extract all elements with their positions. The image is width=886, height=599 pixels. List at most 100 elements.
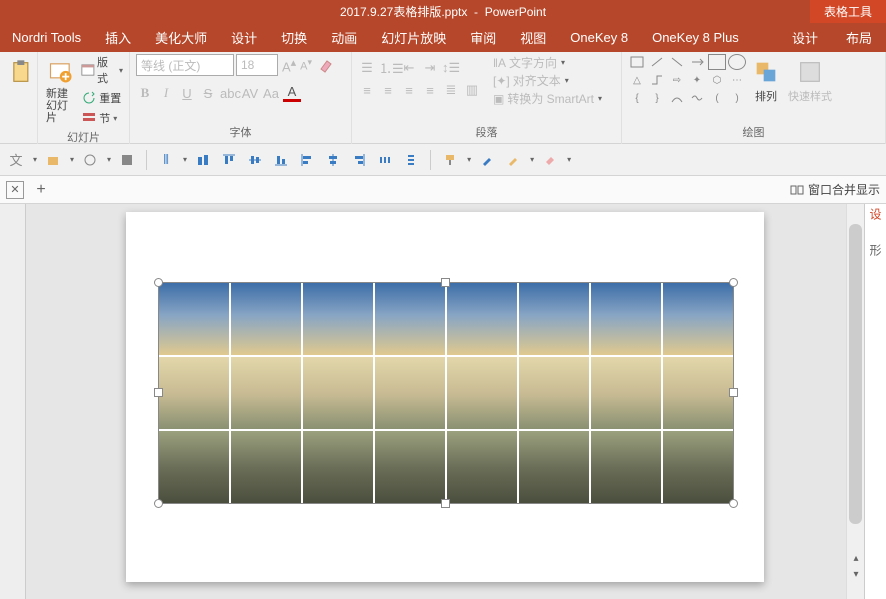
quick-style-button[interactable]: 快速样式 <box>786 54 834 108</box>
qat-circle-icon[interactable] <box>80 150 100 170</box>
qat-dist-v-icon[interactable] <box>401 150 421 170</box>
underline-button[interactable]: U <box>178 86 196 101</box>
resize-handle[interactable] <box>729 499 738 508</box>
qat-eraser-icon[interactable] <box>540 150 560 170</box>
shape-brace-icon[interactable]: { <box>628 90 646 106</box>
shape-brace2-icon[interactable]: } <box>648 90 666 106</box>
merge-windows-button[interactable]: 窗口合并显示 <box>790 181 880 198</box>
resize-handle[interactable] <box>154 388 163 397</box>
section-button[interactable]: 节▾ <box>81 110 123 126</box>
align-center-icon[interactable]: ≡ <box>379 83 397 98</box>
table-cell[interactable] <box>159 431 229 503</box>
font-color-button[interactable]: A <box>283 84 301 102</box>
table-cell[interactable] <box>303 357 373 429</box>
table-cell[interactable] <box>519 431 589 503</box>
shapes-gallery[interactable]: △ ⇨ ✦ ⬡ ⋯ { } ( ) <box>628 54 746 106</box>
paste-button[interactable] <box>6 54 38 92</box>
distribute-icon[interactable]: ≣ <box>442 82 460 98</box>
table-cell[interactable] <box>591 357 661 429</box>
qat-open-icon[interactable] <box>43 150 63 170</box>
tab-slideshow[interactable]: 幻灯片放映 <box>369 28 458 47</box>
qat-file-icon[interactable]: 文 <box>6 150 26 170</box>
shape-rect-icon[interactable] <box>708 54 726 70</box>
table-cell[interactable] <box>159 283 229 355</box>
table-cell[interactable] <box>591 283 661 355</box>
tab-transition[interactable]: 切换 <box>269 28 319 47</box>
table-cell[interactable] <box>519 283 589 355</box>
shape-paren2-icon[interactable]: ) <box>728 90 746 106</box>
indent-increase-icon[interactable]: ⇥ <box>421 60 439 76</box>
align-right-icon[interactable]: ≡ <box>400 83 418 98</box>
qat-align-bot-icon[interactable] <box>271 150 291 170</box>
table-cell[interactable] <box>519 357 589 429</box>
table-cell[interactable] <box>231 431 301 503</box>
qat-align-left-icon[interactable] <box>297 150 317 170</box>
qat-align-mid-icon[interactable] <box>245 150 265 170</box>
shape-oval-icon[interactable] <box>728 54 746 70</box>
clear-format-icon[interactable] <box>318 57 334 73</box>
table-selection[interactable] <box>158 282 734 504</box>
table-cell[interactable] <box>447 283 517 355</box>
format-pane[interactable]: 设 形 <box>864 204 886 599</box>
grow-font-icon[interactable]: A▴ <box>282 56 296 74</box>
table-cell[interactable] <box>231 357 301 429</box>
add-panel-button[interactable]: + <box>32 181 50 199</box>
table-cell[interactable] <box>591 431 661 503</box>
shape-star-icon[interactable]: ✦ <box>688 72 706 88</box>
table-cell[interactable] <box>375 431 445 503</box>
font-name-combo[interactable] <box>136 54 234 76</box>
resize-handle[interactable] <box>441 499 450 508</box>
tab-nordri[interactable]: Nordri Tools <box>0 30 93 45</box>
qat-highlighter-icon[interactable] <box>503 150 523 170</box>
qat-align-top-icon[interactable] <box>219 150 239 170</box>
qat-pen-icon[interactable] <box>477 150 497 170</box>
resize-handle[interactable] <box>154 278 163 287</box>
prev-slide-icon[interactable]: ▴ <box>849 553 863 567</box>
tab-table-design[interactable]: 设计 <box>778 28 832 47</box>
shape-connector-icon[interactable] <box>648 72 666 88</box>
tab-insert[interactable]: 插入 <box>93 28 143 47</box>
shape-textbox-icon[interactable] <box>628 54 646 70</box>
shape-curve-icon[interactable] <box>668 90 686 106</box>
new-slide-button[interactable]: 新建 幻灯片 <box>44 54 77 128</box>
vertical-scrollbar[interactable]: ▴ ▾ <box>846 204 864 599</box>
change-case-button[interactable]: Aa <box>262 86 280 101</box>
resize-handle[interactable] <box>154 499 163 508</box>
qat-shape-icon[interactable] <box>117 150 137 170</box>
qat-distribute-h-icon[interactable]: ⫴ <box>156 150 176 170</box>
table-cell[interactable] <box>303 283 373 355</box>
resize-handle[interactable] <box>729 388 738 397</box>
resize-handle[interactable] <box>441 278 450 287</box>
shape-arrow2-icon[interactable]: ⇨ <box>668 72 686 88</box>
shape-paren-icon[interactable]: ( <box>708 90 726 106</box>
shape-arrow-icon[interactable] <box>688 54 706 70</box>
table-cell[interactable] <box>159 357 229 429</box>
tab-animation[interactable]: 动画 <box>319 28 369 47</box>
table-cell[interactable] <box>231 283 301 355</box>
bold-button[interactable]: B <box>136 85 154 101</box>
table-cell[interactable] <box>303 431 373 503</box>
numbering-icon[interactable]: ⒈☰ <box>379 58 397 77</box>
qat-dist-h-icon[interactable] <box>375 150 395 170</box>
shrink-font-icon[interactable]: A▾ <box>300 57 312 73</box>
indent-decrease-icon[interactable]: ⇤ <box>400 60 418 76</box>
reset-button[interactable]: 重置 <box>81 90 123 106</box>
qat-format-painter-icon[interactable] <box>440 150 460 170</box>
tab-review[interactable]: 审阅 <box>458 28 508 47</box>
table-cell[interactable] <box>447 431 517 503</box>
table-cell[interactable] <box>663 283 733 355</box>
table-cell[interactable] <box>663 357 733 429</box>
tab-view[interactable]: 视图 <box>508 28 558 47</box>
shape-more-icon[interactable]: ⋯ <box>728 72 746 88</box>
justify-icon[interactable]: ≡ <box>421 83 439 98</box>
table-cell[interactable] <box>375 357 445 429</box>
slide-canvas[interactable]: ▴ ▾ <box>26 204 864 599</box>
tab-beautify[interactable]: 美化大师 <box>143 28 219 47</box>
spacing-button[interactable]: AV <box>241 86 259 101</box>
tab-onekey8[interactable]: OneKey 8 <box>558 30 640 45</box>
columns-icon[interactable]: ▥ <box>463 82 481 98</box>
table-cell[interactable] <box>447 357 517 429</box>
shadow-button[interactable]: abc <box>220 86 238 101</box>
italic-button[interactable]: I <box>157 85 175 101</box>
qat-align-icon[interactable] <box>193 150 213 170</box>
